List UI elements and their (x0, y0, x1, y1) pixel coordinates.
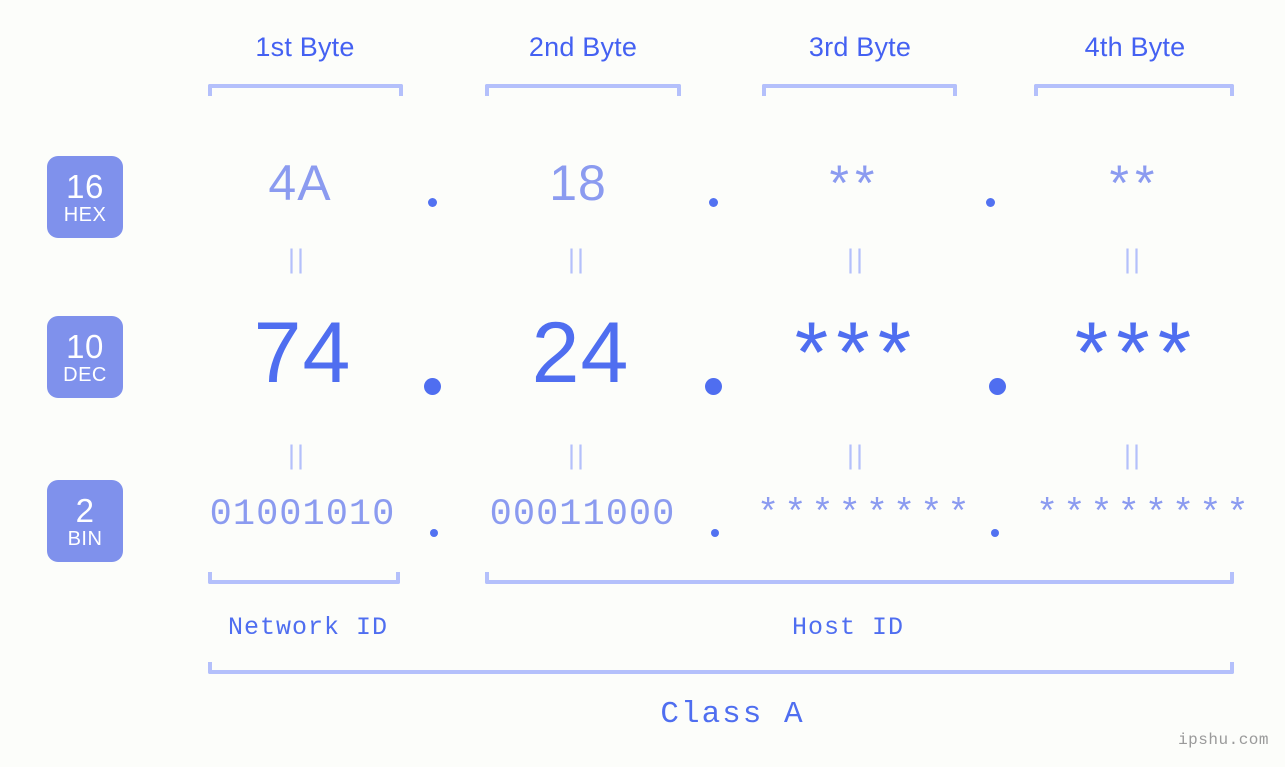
hex-separator-3 (986, 198, 995, 207)
hex-byte-4: ** (1109, 155, 1161, 211)
bin-separator-1 (430, 529, 438, 537)
host-id-bracket (485, 572, 1234, 584)
byte-bracket-top-4 (1034, 84, 1234, 96)
equals-mark-dec-bin-1: || (288, 440, 307, 470)
hex-byte-3: ** (829, 155, 881, 211)
byte-header-4: 4th Byte (1084, 32, 1186, 62)
hex-separator-2 (709, 198, 718, 207)
byte-bracket-top-2 (485, 84, 681, 96)
bin-byte-2: 00011000 (489, 494, 676, 536)
dec-separator-2 (705, 378, 722, 395)
bin-separator-3 (991, 529, 999, 537)
dec-separator-1 (424, 378, 441, 395)
hex-byte-1: 4A (268, 155, 332, 211)
dec-byte-3: *** (794, 305, 920, 401)
base-badge-dec-label: DEC (63, 363, 107, 386)
byte-bracket-top-1 (208, 84, 403, 96)
dec-byte-2: 24 (531, 305, 630, 401)
byte-header-2: 2nd Byte (528, 32, 638, 62)
bin-byte-3: ******** (757, 494, 975, 536)
bin-byte-1: 01001010 (209, 494, 396, 536)
bin-separator-2 (711, 529, 719, 537)
base-badge-dec: 10 DEC (47, 316, 123, 398)
base-badge-hex-label: HEX (63, 203, 107, 226)
base-badge-bin-number: 2 (75, 491, 95, 529)
byte-header-1: 1st Byte (255, 32, 355, 62)
dec-separator-3 (989, 378, 1006, 395)
class-label: Class A (660, 697, 805, 732)
equals-mark-hex-dec-3: || (847, 244, 866, 274)
equals-mark-hex-dec-1: || (288, 244, 307, 274)
equals-mark-dec-bin-3: || (847, 440, 866, 470)
network-id-label: Network ID (227, 613, 389, 642)
base-badge-bin: 2 BIN (47, 480, 123, 562)
hex-separator-1 (428, 198, 437, 207)
base-badge-dec-number: 10 (66, 327, 104, 365)
dec-byte-4: *** (1074, 305, 1200, 401)
equals-mark-dec-bin-4: || (1124, 440, 1143, 470)
dec-byte-1: 74 (253, 305, 352, 401)
byte-bracket-top-3 (762, 84, 957, 96)
ip-address-breakdown-diagram: 1st Byte 2nd Byte 3rd Byte 4th Byte 16 H… (0, 0, 1285, 767)
host-id-label: Host ID (791, 613, 905, 642)
base-badge-bin-label: BIN (67, 527, 103, 550)
class-bracket (208, 662, 1234, 674)
base-badge-hex-number: 16 (66, 167, 104, 205)
byte-header-3: 3rd Byte (808, 32, 912, 62)
equals-mark-hex-dec-2: || (568, 244, 587, 274)
base-badge-hex: 16 HEX (47, 156, 123, 238)
site-watermark: ipshu.com (1178, 731, 1269, 749)
hex-byte-2: 18 (549, 155, 607, 211)
equals-mark-hex-dec-4: || (1124, 244, 1143, 274)
network-id-bracket (208, 572, 400, 584)
equals-mark-dec-bin-2: || (568, 440, 587, 470)
bin-byte-4: ******** (1036, 494, 1254, 536)
